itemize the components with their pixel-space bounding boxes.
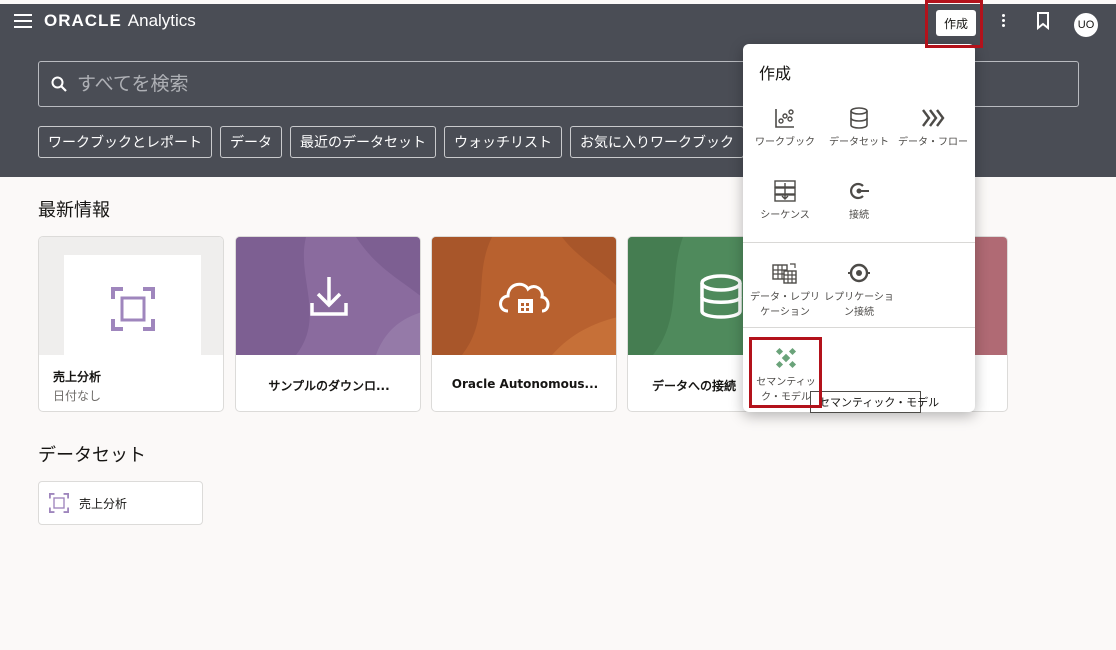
create-button[interactable]: 作成 [936, 10, 976, 36]
replication-connection-icon [848, 263, 870, 283]
semantic-model-tooltip: セマンティック・モデル [810, 391, 939, 413]
top-bar: ORACLE Analytics 作成 UO [0, 4, 1116, 40]
create-sequence-label: シーケンス [760, 210, 810, 221]
chip-recent-datasets[interactable]: 最近のデータセット [290, 126, 436, 158]
filter-chips: ワークブックとレポート データ 最近のデータセット ウォッチリスト お気に入りワ… [38, 126, 744, 158]
create-connection-label: 接続 [849, 210, 869, 221]
dataset-item-sales-analysis[interactable]: 売上分析 [38, 481, 203, 525]
brand-oracle: ORACLE [44, 11, 122, 30]
search-icon [51, 76, 67, 92]
workbook-icon [775, 109, 794, 128]
card-title: 売上分析 [53, 370, 102, 384]
create-menu-title: 作成 [759, 64, 792, 83]
create-connection-item[interactable]: 接続 [821, 180, 897, 223]
card-title: Oracle Autonomous... [451, 377, 599, 391]
dataset-frame-icon [111, 287, 155, 331]
hamburger-menu-icon[interactable] [14, 14, 32, 28]
create-data-flow-label: データ・フロー [898, 137, 968, 148]
card-thumbnail [236, 237, 420, 355]
datasets-section-title: データセット [38, 445, 146, 466]
create-data-replication-item[interactable]: データ・レプリケーション [747, 262, 823, 320]
card-thumbnail [432, 237, 616, 355]
create-sequence-item[interactable]: シーケンス [747, 180, 823, 223]
dataset-item-label: 売上分析 [79, 496, 128, 511]
create-replication-connection-item[interactable]: レプリケーション接続 [821, 262, 897, 320]
sequence-icon [774, 180, 796, 202]
semantic-model-icon [775, 347, 797, 369]
create-dataset-item[interactable]: データセット [821, 107, 897, 150]
menu-divider [743, 327, 975, 328]
brand-logo[interactable]: ORACLE Analytics [44, 11, 196, 31]
connection-icon [850, 182, 869, 200]
data-flow-icon [922, 109, 945, 127]
menu-divider [743, 242, 975, 243]
chip-workbooks-reports[interactable]: ワークブックとレポート [38, 126, 212, 158]
bookmark-icon[interactable] [1036, 12, 1050, 30]
create-menu-popup: 作成 ワークブック データセット データ・フロー シーケンス 接続 データ・レプ… [743, 44, 975, 412]
more-options-icon[interactable] [996, 12, 1010, 32]
create-data-replication-label: データ・レプリケーション [750, 292, 820, 318]
create-data-flow-item[interactable]: データ・フロー [895, 107, 971, 150]
recent-card-sales-analysis[interactable]: 売上分析 日付なし [38, 236, 224, 412]
user-avatar[interactable]: UO [1074, 13, 1098, 37]
dataset-icon [850, 107, 868, 129]
recent-section-title: 最新情報 [38, 200, 110, 221]
create-workbook-item[interactable]: ワークブック [747, 107, 823, 150]
card-thumbnail [39, 237, 223, 355]
recent-card-oracle-autonomous[interactable]: Oracle Autonomous... [431, 236, 617, 412]
card-title: データへの接続 [652, 379, 737, 393]
card-pattern [432, 237, 616, 355]
create-dataset-label: データセット [829, 137, 889, 148]
data-replication-icon [772, 263, 797, 284]
recent-card-sample-download[interactable]: サンプルのダウンロ... [235, 236, 421, 412]
dataset-frame-icon [49, 493, 69, 513]
card-pattern [236, 237, 420, 355]
card-subtitle: 日付なし [53, 389, 102, 403]
chip-data[interactable]: データ [220, 126, 282, 158]
card-document-preview [64, 255, 201, 355]
brand-analytics: Analytics [127, 11, 196, 30]
create-workbook-label: ワークブック [755, 137, 815, 148]
card-title: サンプルのダウンロ... [268, 379, 390, 393]
chip-watchlists[interactable]: ウォッチリスト [444, 126, 562, 158]
create-replication-connection-label: レプリケーション接続 [824, 292, 894, 318]
chip-favorite-workbooks[interactable]: お気に入りワークブック [570, 126, 744, 158]
